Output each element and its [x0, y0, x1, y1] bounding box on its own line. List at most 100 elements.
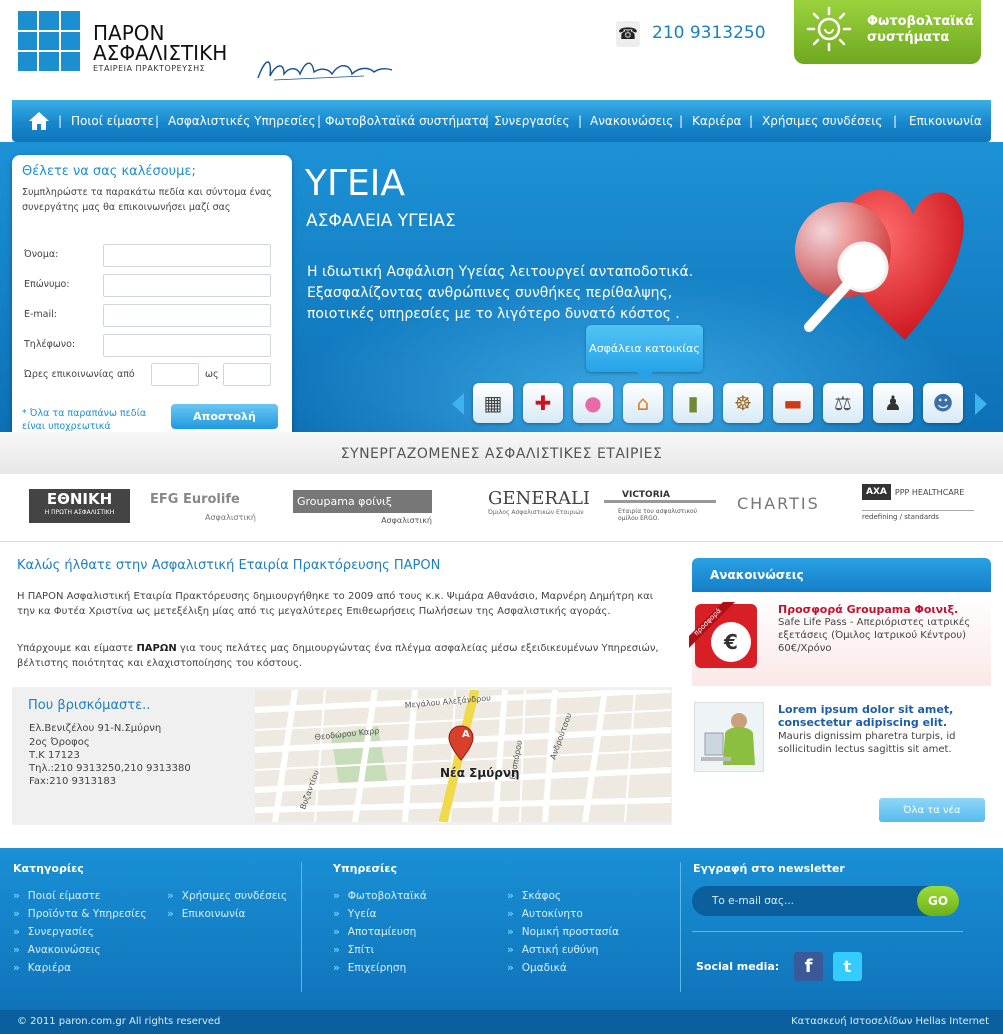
car-icon[interactable]: ▬	[773, 383, 813, 423]
solar-panel-icon[interactable]: ▦	[473, 383, 513, 423]
location-title: Που βρισκόμαστε..	[28, 698, 151, 713]
piggy-bank-icon[interactable]: ●	[573, 383, 613, 423]
footer-link[interactable]: » Καριέρα	[13, 962, 71, 974]
facebook-icon[interactable]: f	[794, 952, 823, 981]
submit-button[interactable]: Αποστολή	[171, 404, 278, 429]
sun-icon	[806, 6, 852, 52]
twitter-icon[interactable]: t	[833, 952, 862, 981]
nav-item-pv-systems[interactable]: Φωτοβολταϊκά συστήματα	[325, 114, 487, 128]
footer-link[interactable]: » Αυτοκίνητο	[507, 908, 583, 920]
footer-link[interactable]: » Ποιοί είμαστε	[13, 890, 100, 902]
nav-item-careers[interactable]: Καριέρα	[692, 114, 741, 128]
footer-link[interactable]: » Ανακοινώσεις	[13, 944, 101, 956]
medical-cross-icon[interactable]: ✚	[523, 383, 563, 423]
footer-link-label: Υγεία	[347, 908, 377, 920]
partner-logo-chartis[interactable]: CHARTIS	[737, 494, 841, 534]
pv-systems-label: Φωτοβολταϊκά συστήματα	[867, 14, 979, 46]
carousel-prev-arrow[interactable]	[452, 393, 464, 415]
social-media-label: Social media:	[696, 960, 780, 973]
nav-item-announcements[interactable]: Ανακοινώσεις	[590, 114, 673, 128]
welcome-title: Καλώς ήλθατε στην Ασφαλιστική Εταιρία Πρ…	[17, 558, 441, 573]
nav-item-insurance-services[interactable]: Ασφαλιστικές Υπηρεσίες	[168, 114, 316, 128]
partner-logo-victoria[interactable]: VICTORIA Εταιρία του ασφαλιστικού ομίλου…	[604, 490, 716, 530]
nav-separator: |	[155, 114, 160, 128]
callback-title: Θέλετε να σας καλέσουμε;	[22, 164, 196, 179]
footer-link[interactable]: » Επιχείρηση	[333, 962, 406, 974]
partner-name: Groupama φοίνιξ	[293, 490, 432, 513]
hours-to-field[interactable]	[223, 363, 271, 386]
footer-link-label: Επικοινωνία	[181, 908, 246, 920]
footer-link-label: Ανακοινώσεις	[27, 944, 101, 956]
copyright-text: © 2011 paron.com.gr All rights reserved	[17, 1016, 221, 1027]
name-field[interactable]	[103, 244, 271, 267]
phone-number[interactable]: 210 9313250	[652, 23, 766, 43]
partner-name: CHARTIS	[737, 494, 820, 513]
location-map[interactable]: Μεγάλου Αλεξάνδρου Θεοδώρου Καρρ Ανδρούτ…	[255, 690, 671, 822]
partner-logo-groupama[interactable]: Groupama φοίνιξ Ασφαλιστική	[293, 490, 432, 530]
news-item-title[interactable]: Lorem ipsum dolor sit amet, consectetur …	[778, 703, 983, 729]
tooltip-arrow	[637, 372, 653, 380]
office-woman-image	[694, 702, 764, 772]
hours-label: Ώρες επικοινωνίας από	[24, 369, 135, 380]
nav-separator: |	[679, 114, 684, 128]
nav-item-about[interactable]: Ποιοί είμαστε	[71, 114, 154, 128]
logo-name[interactable]: ΠΑΡΟΝ ΑΣΦΑΛΙΣΤΙΚΗ	[93, 23, 227, 63]
surname-label: Επώνυμο:	[24, 279, 70, 290]
footer-link-label: Φωτοβολταϊκά	[347, 890, 427, 902]
phone-label: Τηλέφωνο:	[24, 339, 76, 350]
group-icon[interactable]: ☻	[923, 383, 963, 423]
businessman-icon[interactable]: ♟	[873, 383, 913, 423]
scale-icon[interactable]: ⚖	[823, 383, 863, 423]
nav-item-contact[interactable]: Επικοινωνία	[909, 114, 991, 128]
news-item-title[interactable]: Προσφορά Groupama Φοινιξ.	[778, 603, 983, 616]
newsletter-title: Εγγραφή στο newsletter	[693, 862, 845, 875]
footer-link[interactable]: » Φωτοβολταϊκά	[333, 890, 427, 902]
footer-link[interactable]: » Ομαδικά	[507, 962, 567, 974]
footer-link[interactable]: » Υγεία	[333, 908, 377, 920]
map-pin-label: A	[462, 729, 470, 740]
all-news-button[interactable]: Όλα τα νέα	[879, 798, 985, 822]
home-icon[interactable]	[28, 110, 50, 132]
surname-field[interactable]	[103, 274, 271, 297]
partner-logo-eurolife[interactable]: EFG Eurolife Ασφαλιστική	[150, 492, 275, 532]
hours-from-field[interactable]	[151, 363, 199, 386]
email-field[interactable]	[103, 304, 271, 327]
partner-sub: redefining / standards	[862, 510, 974, 521]
partner-logo-axa-ppp[interactable]: AXA PPP HEALTHCARE redefining / standard…	[862, 484, 974, 524]
footer-link[interactable]: » Νομική προστασία	[507, 926, 619, 938]
partner-sub: Ασφαλιστική	[205, 513, 256, 522]
house-icon[interactable]: ⌂	[623, 383, 663, 423]
partner-logo-generali[interactable]: GENERALI Όμιλος Ασφαλιστικών Εταιριών	[454, 488, 590, 528]
nav-item-partnerships[interactable]: Συνεργασίες	[494, 114, 570, 128]
partner-name: ΕΘΝΙΚΗ	[46, 490, 113, 508]
footer-link[interactable]: » Χρήσιμες συνδέσεις	[167, 890, 287, 902]
newsletter-go-button[interactable]: GO	[917, 886, 959, 916]
nav-separator: |	[893, 114, 898, 128]
carousel-next-arrow[interactable]	[975, 393, 987, 415]
address-line: Fax:210 9313183	[29, 776, 117, 787]
footer-link[interactable]: » Σπίτι	[333, 944, 374, 956]
nav-item-useful-links[interactable]: Χρήσιμες συνδέσεις	[762, 114, 882, 128]
logo-name-line2: ΑΣΦΑΛΙΣΤΙΚΗ	[93, 41, 228, 65]
footer-link[interactable]: » Αστική ευθύνη	[507, 944, 598, 956]
partner-logo-ethniki[interactable]: ΕΘΝΙΚΗ Η ΠΡΩΤΗ ΑΣΦΑΛΙΣΤΙΚΗ	[29, 489, 130, 523]
nav-separator: |	[317, 114, 322, 128]
phone-field[interactable]	[103, 334, 271, 357]
footer-link-label: Σπίτι	[347, 944, 375, 956]
footer-link[interactable]: » Συνεργασίες	[13, 926, 94, 938]
footer-link[interactable]: » Προϊόντα & Υπηρεσίες	[13, 908, 147, 920]
partners-title: ΣΥΝΕΡΓΑΖΟΜΕΝΕΣ ΑΣΦΑΛΙΣΤΙΚΕΣ ΕΤΑΙΡΙΕΣ	[340, 446, 663, 462]
building-icon[interactable]: ▮	[673, 383, 713, 423]
ship-wheel-icon[interactable]: ☸	[723, 383, 763, 423]
address-line: Τ.Κ 17123	[29, 750, 80, 761]
required-note: * Όλα τα παραπάνω πεδία είναι υποχρεωτικ…	[22, 408, 147, 432]
footer-link[interactable]: » Αποταμίευση	[333, 926, 416, 938]
footer-link[interactable]: » Επικοινωνία	[167, 908, 245, 920]
logo-mark[interactable]	[18, 11, 80, 71]
credits-link[interactable]: Κατασκευή Ιστοσελίδων Hellas Internet	[791, 1016, 989, 1027]
signature-image	[257, 61, 393, 81]
footer-link[interactable]: » Σκάφος	[507, 890, 561, 902]
axa-mark: AXA	[862, 484, 891, 500]
hours-to-label: ως	[205, 369, 219, 380]
footer-link-label: Αστική ευθύνη	[521, 944, 599, 956]
